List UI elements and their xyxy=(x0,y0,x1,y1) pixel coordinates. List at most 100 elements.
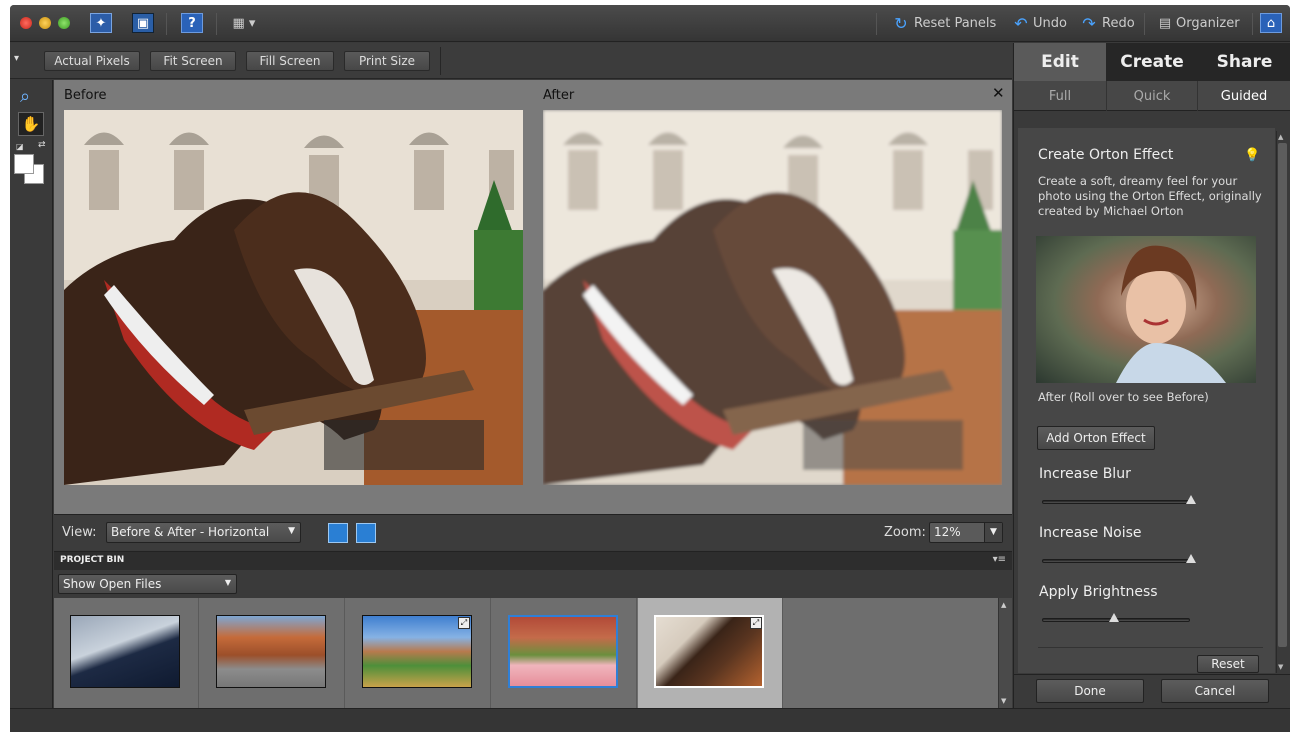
save-icon[interactable]: ▣ xyxy=(132,13,154,33)
scroll-thumb[interactable] xyxy=(1278,143,1287,647)
bin-item[interactable] xyxy=(492,598,637,708)
view-bar: View: Before & After - Horizontal ▼ Zoom… xyxy=(54,514,1012,550)
zoom-window-button[interactable] xyxy=(58,17,70,29)
bin-controls: Show Open Files ▼ xyxy=(54,570,1012,598)
panel-description: Create a soft, dreamy feel for your phot… xyxy=(1038,174,1262,218)
bin-item[interactable] xyxy=(54,598,199,708)
new-file-icon[interactable]: ✦ xyxy=(90,13,112,33)
bin-item[interactable] xyxy=(200,598,345,708)
after-image xyxy=(543,110,1002,485)
image-canvas: Before After ✕ xyxy=(54,80,1012,514)
fit-screen-button[interactable]: Fit Screen xyxy=(150,51,236,71)
close-icon[interactable]: ✕ xyxy=(992,84,1005,102)
scroll-up-icon[interactable]: ▲ xyxy=(1001,601,1006,609)
swap-views-icon[interactable] xyxy=(356,523,376,543)
project-bin-header: PROJECT BIN ▾≡ xyxy=(54,551,1012,570)
cancel-button[interactable]: Cancel xyxy=(1161,679,1269,703)
zoom-chevron-icon: ▼ xyxy=(984,523,1002,542)
panel-title: Create Orton Effect xyxy=(1038,147,1174,163)
zoom-value: 12% xyxy=(934,525,961,539)
close-window-button[interactable] xyxy=(20,17,32,29)
thumbnail[interactable] xyxy=(508,615,618,688)
redo-icon[interactable]: ↷ xyxy=(1078,13,1100,33)
organizer-button[interactable]: Organizer xyxy=(1176,16,1240,31)
status-bar xyxy=(10,708,1290,732)
tools-panel: ⌕ ✋ ◪ ⇄ xyxy=(10,80,53,708)
slider-thumb[interactable] xyxy=(1186,554,1196,563)
zoom-tool-icon[interactable]: ⌕ xyxy=(20,86,30,107)
bin-menu-icon[interactable]: ▾≡ xyxy=(993,554,1006,565)
preview-image[interactable] xyxy=(1036,236,1256,383)
sync-pan-icon[interactable] xyxy=(328,523,348,543)
increase-noise-slider[interactable] xyxy=(1042,554,1196,563)
undo-button[interactable]: Undo xyxy=(1033,16,1067,31)
organizer-icon[interactable]: ▤ xyxy=(1154,13,1176,33)
apply-brightness-slider[interactable] xyxy=(1042,613,1190,622)
tab-share[interactable]: Share xyxy=(1198,43,1290,81)
thumbnail[interactable] xyxy=(362,615,472,688)
done-button[interactable]: Done xyxy=(1036,679,1144,703)
reset-panels-button[interactable]: Reset Panels xyxy=(914,16,996,31)
add-orton-effect-button[interactable]: Add Orton Effect xyxy=(1037,426,1155,450)
home-icon[interactable]: ⌂ xyxy=(1260,13,1282,33)
slider-thumb[interactable] xyxy=(1186,495,1196,504)
view-label: View: xyxy=(62,525,97,540)
tab-create[interactable]: Create xyxy=(1106,43,1198,81)
before-image xyxy=(64,110,523,485)
minimize-window-button[interactable] xyxy=(39,17,51,29)
thumbnail[interactable] xyxy=(654,615,764,688)
default-colors-icon[interactable]: ◪ xyxy=(16,142,24,151)
reset-button[interactable]: Reset xyxy=(1197,655,1259,673)
app-window: ✦ ▣ ? ▦ ▾ ↻ Reset Panels ↶ Undo ↷ Redo ▤… xyxy=(10,5,1290,732)
bin-scrollbar[interactable]: ▲ ▼ xyxy=(998,598,1012,708)
reset-panels-icon[interactable]: ↻ xyxy=(890,13,912,33)
print-size-button[interactable]: Print Size xyxy=(344,51,430,71)
preview-caption: After (Roll over to see Before) xyxy=(1038,390,1209,404)
guided-panel: Create Orton Effect 💡 Create a soft, dre… xyxy=(1018,128,1275,673)
apply-brightness-label: Apply Brightness xyxy=(1039,584,1158,600)
bin-item-selected[interactable]: ⤢ xyxy=(638,598,783,708)
layout-menu-icon[interactable]: ▦ ▾ xyxy=(228,13,260,33)
project-bin-title: PROJECT BIN xyxy=(60,555,125,565)
increase-noise-label: Increase Noise xyxy=(1039,525,1142,541)
bin-item[interactable]: ⤢ xyxy=(346,598,491,708)
view-mode-value: Before & After - Horizontal xyxy=(111,525,270,539)
panel-scrollbar[interactable]: ▲ ▼ xyxy=(1276,131,1287,673)
zoom-label: Zoom: xyxy=(884,525,926,540)
before-label: Before xyxy=(64,88,107,103)
bin-filter-value: Show Open Files xyxy=(63,577,162,591)
project-bin: ⤢ ⤢ ▲ ▼ xyxy=(54,598,1012,708)
bin-filter-select[interactable]: Show Open Files ▼ xyxy=(58,574,237,594)
zoom-select[interactable]: 12% ▼ xyxy=(929,522,1003,543)
right-panel: Edit Create Share Full Quick Guided Crea… xyxy=(1013,43,1290,708)
bin-chevron-icon: ▼ xyxy=(224,578,231,587)
thumbnail[interactable] xyxy=(216,615,326,688)
scroll-down-icon[interactable]: ▼ xyxy=(1278,663,1283,671)
panel-menu-icon[interactable]: ▾ xyxy=(14,53,19,64)
subtab-quick[interactable]: Quick xyxy=(1106,81,1198,111)
thumbnail[interactable] xyxy=(70,615,180,688)
foreground-color-swatch[interactable] xyxy=(14,154,34,174)
lightbulb-icon[interactable]: 💡 xyxy=(1244,148,1260,163)
undo-icon[interactable]: ↶ xyxy=(1010,13,1032,33)
edited-badge-icon: ⤢ xyxy=(458,617,470,629)
slider-thumb[interactable] xyxy=(1109,613,1119,622)
redo-button[interactable]: Redo xyxy=(1102,16,1135,31)
view-mode-select[interactable]: Before & After - Horizontal ▼ xyxy=(106,522,301,543)
fill-screen-button[interactable]: Fill Screen xyxy=(246,51,334,71)
actual-pixels-button[interactable]: Actual Pixels xyxy=(44,51,140,71)
increase-blur-label: Increase Blur xyxy=(1039,466,1131,482)
hand-tool-icon[interactable]: ✋ xyxy=(18,112,44,136)
view-toolbar: ▾ Actual Pixels Fit Screen Fill Screen P… xyxy=(10,43,1012,79)
chevron-down-icon: ▼ xyxy=(288,526,295,536)
subtab-guided[interactable]: Guided xyxy=(1198,81,1290,111)
increase-blur-slider[interactable] xyxy=(1042,495,1196,504)
tab-edit[interactable]: Edit xyxy=(1014,43,1106,81)
scroll-down-icon[interactable]: ▼ xyxy=(1001,697,1006,705)
help-icon[interactable]: ? xyxy=(181,13,203,33)
scroll-up-icon[interactable]: ▲ xyxy=(1278,133,1283,141)
subtab-full[interactable]: Full xyxy=(1014,81,1106,111)
top-toolbar: ✦ ▣ ? ▦ ▾ ↻ Reset Panels ↶ Undo ↷ Redo ▤… xyxy=(10,5,1290,42)
swap-colors-icon[interactable]: ⇄ xyxy=(38,140,46,150)
edited-badge-icon: ⤢ xyxy=(750,617,762,629)
